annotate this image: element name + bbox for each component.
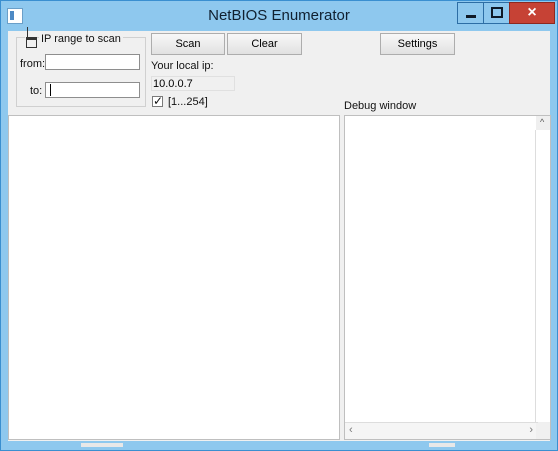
client-area: IP range to scan from: to: Scan Clear Se… [8,27,551,441]
range-checkbox[interactable]: ✓ [152,94,164,108]
maximize-icon[interactable] [483,2,511,24]
window-resize-grip [429,443,455,447]
app-window: NetBIOS Enumerator IP range to scan from… [0,0,558,451]
horizontal-scrollbar[interactable]: ‹ › [345,422,538,439]
local-ip-label: Your local ip: [151,60,214,72]
from-label: from: [20,58,46,70]
settings-button[interactable]: Settings [380,33,455,55]
from-input[interactable] [45,54,140,70]
scroll-left-icon[interactable]: ‹ [349,425,359,436]
clear-button[interactable]: Clear [227,33,302,55]
ip-range-label: IP range to scan [39,33,123,45]
minimize-icon[interactable] [457,2,485,24]
to-label: to: [30,85,43,97]
title-bar: NetBIOS Enumerator [1,1,557,31]
scan-button[interactable]: Scan [151,33,225,55]
debug-window[interactable]: ‹ › [344,115,551,440]
to-input[interactable] [45,82,140,98]
range-label: [1...254] [168,96,208,108]
local-ip-value: 10.0.0.7 [151,76,235,91]
vertical-scrollbar[interactable] [535,130,550,422]
network-icon [25,27,37,48]
scroll-up-icon[interactable] [536,116,550,130]
scrollbar-corner [536,423,550,439]
checkmark-icon: ✓ [153,94,164,108]
debug-window-label: Debug window [344,100,417,112]
window-resize-grip [81,443,123,447]
scroll-right-icon[interactable]: › [523,425,533,436]
close-icon[interactable] [509,2,555,24]
results-list[interactable] [8,115,340,440]
text-cursor [50,84,51,96]
